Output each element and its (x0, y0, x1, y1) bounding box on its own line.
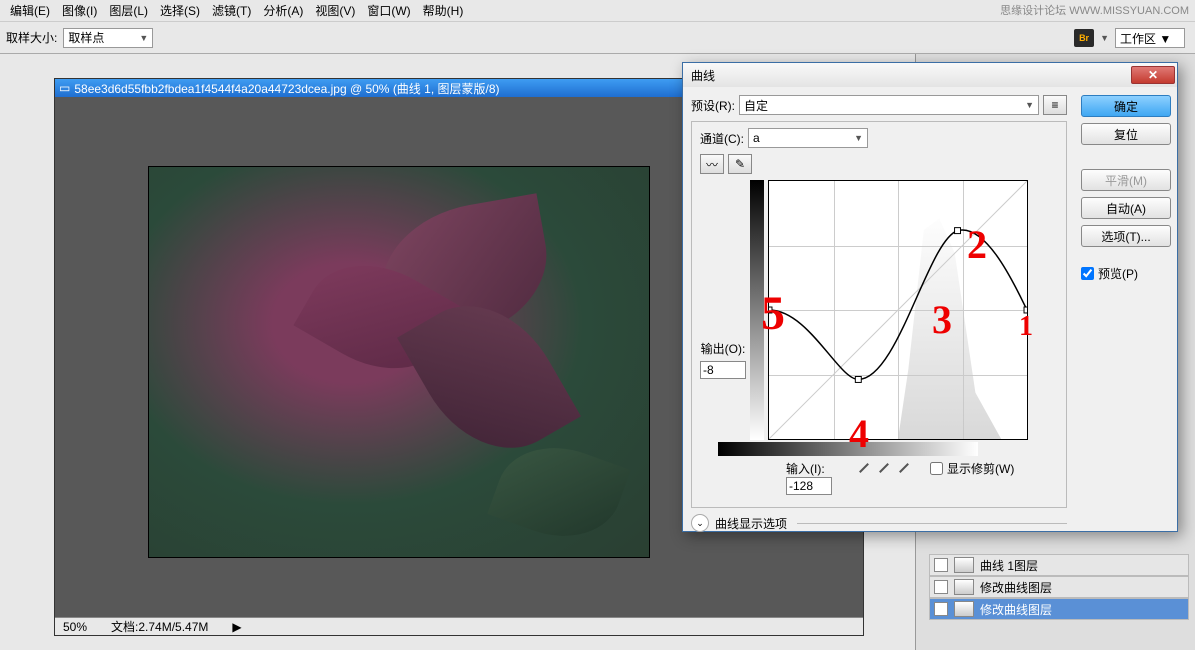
layer-row-selected[interactable]: 修改曲线图层 (929, 598, 1189, 620)
curves-dialog: 曲线 ✕ 预设(R): 自定 ▼ ≡ 通道(C): a ▼ (682, 62, 1178, 532)
layer-thumb (954, 601, 974, 617)
preview-label: 预览(P) (1098, 265, 1138, 282)
layer-thumb (954, 579, 974, 595)
input-field[interactable]: -128 (786, 477, 832, 495)
preset-value: 自定 (744, 97, 768, 114)
curves-group: 通道(C): a ▼ 〰 ✎ 输出(O): -8 (691, 121, 1067, 508)
output-field[interactable]: -8 (700, 361, 746, 379)
menu-analysis[interactable]: 分析(A) (257, 0, 309, 21)
menu-help[interactable]: 帮助(H) (417, 0, 470, 21)
visibility-toggle[interactable] (934, 558, 948, 572)
auto-button[interactable]: 自动(A) (1081, 197, 1171, 219)
status-arrow-icon[interactable]: ▶ (232, 620, 241, 634)
dialog-main: 预设(R): 自定 ▼ ≡ 通道(C): a ▼ 〰 ✎ (683, 87, 1075, 531)
chevron-down-icon: ▼ (854, 133, 863, 143)
show-clipping-input[interactable] (930, 462, 943, 475)
preview-input[interactable] (1081, 267, 1094, 280)
gray-point-eyedropper-icon[interactable] (876, 460, 892, 476)
annotation-3: 3 (932, 296, 952, 343)
sample-size-value: 取样点 (68, 29, 104, 46)
bridge-icon[interactable]: Br (1074, 29, 1094, 47)
eyedropper-group (856, 460, 912, 476)
annotation-2: 2 (967, 221, 987, 268)
menu-view[interactable]: 视图(V) (309, 0, 361, 21)
document-statusbar: 50% 文档:2.74M/5.47M ▶ (55, 617, 863, 635)
show-clipping-label: 显示修剪(W) (947, 460, 1014, 477)
sample-size-label: 取样大小: (6, 29, 57, 46)
document-icon: ▭ (59, 81, 70, 95)
output-label: 输出(O): (701, 340, 746, 357)
layer-name: 曲线 1图层 (980, 557, 1038, 574)
output-value: -8 (703, 363, 714, 377)
zoom-value[interactable]: 50% (63, 620, 87, 634)
chevron-down-icon: ▼ (139, 33, 148, 43)
pencil-tool-icon[interactable]: ✎ (728, 154, 752, 174)
input-label: 输入(I): (786, 460, 832, 477)
annotation-5: 5 (761, 286, 785, 341)
channel-label: 通道(C): (700, 130, 744, 147)
black-point-eyedropper-icon[interactable] (856, 460, 872, 476)
menu-window[interactable]: 窗口(W) (361, 0, 416, 21)
annotation-1: 1 (1019, 311, 1033, 343)
white-point-eyedropper-icon[interactable] (896, 460, 912, 476)
sample-size-select[interactable]: 取样点 ▼ (63, 28, 153, 48)
annotation-4: 4 (849, 410, 869, 457)
visibility-toggle[interactable] (934, 602, 948, 616)
menu-select[interactable]: 选择(S) (154, 0, 206, 21)
preview-checkbox[interactable]: 预览(P) (1081, 265, 1171, 282)
photo-content (149, 167, 649, 557)
dialog-titlebar[interactable]: 曲线 ✕ (683, 63, 1177, 87)
layer-name: 修改曲线图层 (980, 601, 1052, 618)
document-title: 58ee3d6d55fbb2fbdea1f4544f4a20a44723dcea… (74, 80, 499, 97)
options-bar: 取样大小: 取样点 ▼ (0, 22, 1195, 54)
layers-panel: 曲线 1图层 修改曲线图层 修改曲线图层 (929, 554, 1189, 620)
dialog-buttons: 确定 复位 平滑(M) 自动(A) 选项(T)... 预览(P) (1075, 87, 1177, 531)
reset-button[interactable]: 复位 (1081, 123, 1171, 145)
chevron-down-icon: ▼ (1025, 100, 1034, 110)
curve-line (769, 181, 1027, 439)
doc-size: 文档:2.74M/5.47M (111, 618, 208, 635)
expand-label[interactable]: 曲线显示选项 (715, 515, 787, 532)
layer-row[interactable]: 修改曲线图层 (929, 576, 1189, 598)
curve-tool-icon[interactable]: 〰 (700, 154, 724, 174)
layer-row[interactable]: 曲线 1图层 (929, 554, 1189, 576)
workspace-select[interactable]: 工作区 ▼ (1115, 28, 1185, 48)
channel-value: a (753, 131, 760, 145)
options-button[interactable]: 选项(T)... (1081, 225, 1171, 247)
preset-label: 预设(R): (691, 97, 735, 114)
menu-layer[interactable]: 图层(L) (103, 0, 154, 21)
layer-name: 修改曲线图层 (980, 579, 1052, 596)
preset-select[interactable]: 自定 ▼ (739, 95, 1039, 115)
ok-button[interactable]: 确定 (1081, 95, 1171, 117)
menu-edit[interactable]: 编辑(E) (4, 0, 56, 21)
dialog-title: 曲线 (691, 67, 715, 84)
watermark-text: 思缘设计论坛 WWW.MISSYUAN.COM (1000, 2, 1189, 18)
workspace-area: Br ▼ 工作区 ▼ (1074, 22, 1195, 54)
smooth-button[interactable]: 平滑(M) (1081, 169, 1171, 191)
preset-menu-icon[interactable]: ≡ (1043, 95, 1067, 115)
expand-icon[interactable]: ⌄ (691, 514, 709, 532)
menu-filter[interactable]: 滤镜(T) (206, 0, 257, 21)
visibility-toggle[interactable] (934, 580, 948, 594)
chevron-down-icon[interactable]: ▼ (1100, 33, 1109, 43)
input-value: -128 (789, 479, 813, 493)
curves-grid[interactable]: 1 2 3 4 5 (768, 180, 1028, 440)
horizontal-gradient (718, 442, 978, 456)
workspace-label: 工作区 ▼ (1120, 30, 1171, 47)
channel-select[interactable]: a ▼ (748, 128, 868, 148)
menu-image[interactable]: 图像(I) (56, 0, 103, 21)
show-clipping-checkbox[interactable]: 显示修剪(W) (930, 460, 1014, 477)
close-button[interactable]: ✕ (1131, 66, 1175, 84)
layer-thumb (954, 557, 974, 573)
